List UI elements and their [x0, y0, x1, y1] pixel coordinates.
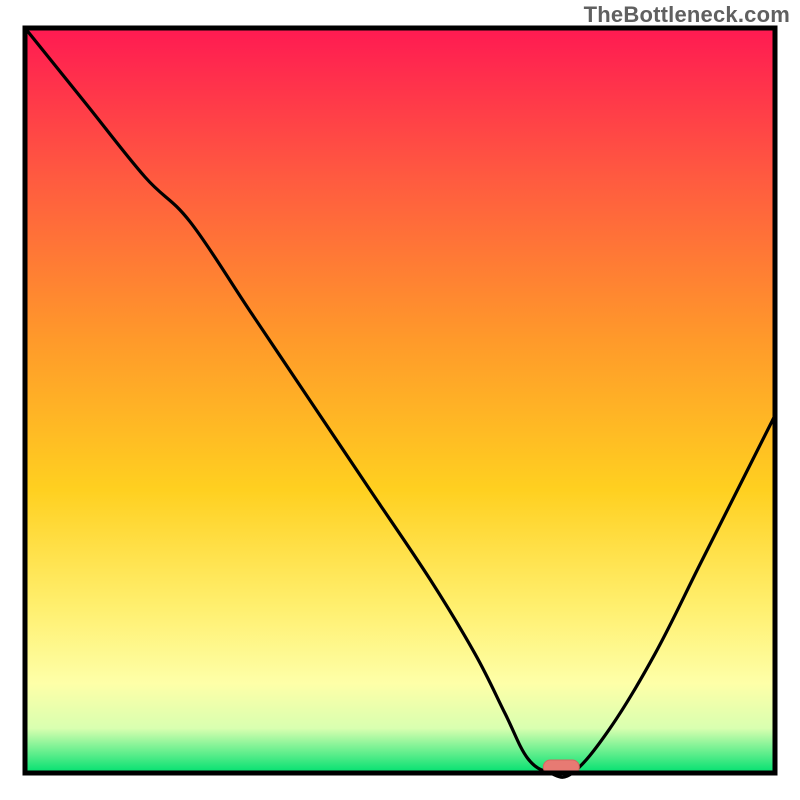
- bottleneck-chart: [0, 0, 800, 800]
- plot-background: [25, 28, 775, 773]
- chart-container: TheBottleneck.com: [0, 0, 800, 800]
- watermark-label: TheBottleneck.com: [584, 2, 790, 28]
